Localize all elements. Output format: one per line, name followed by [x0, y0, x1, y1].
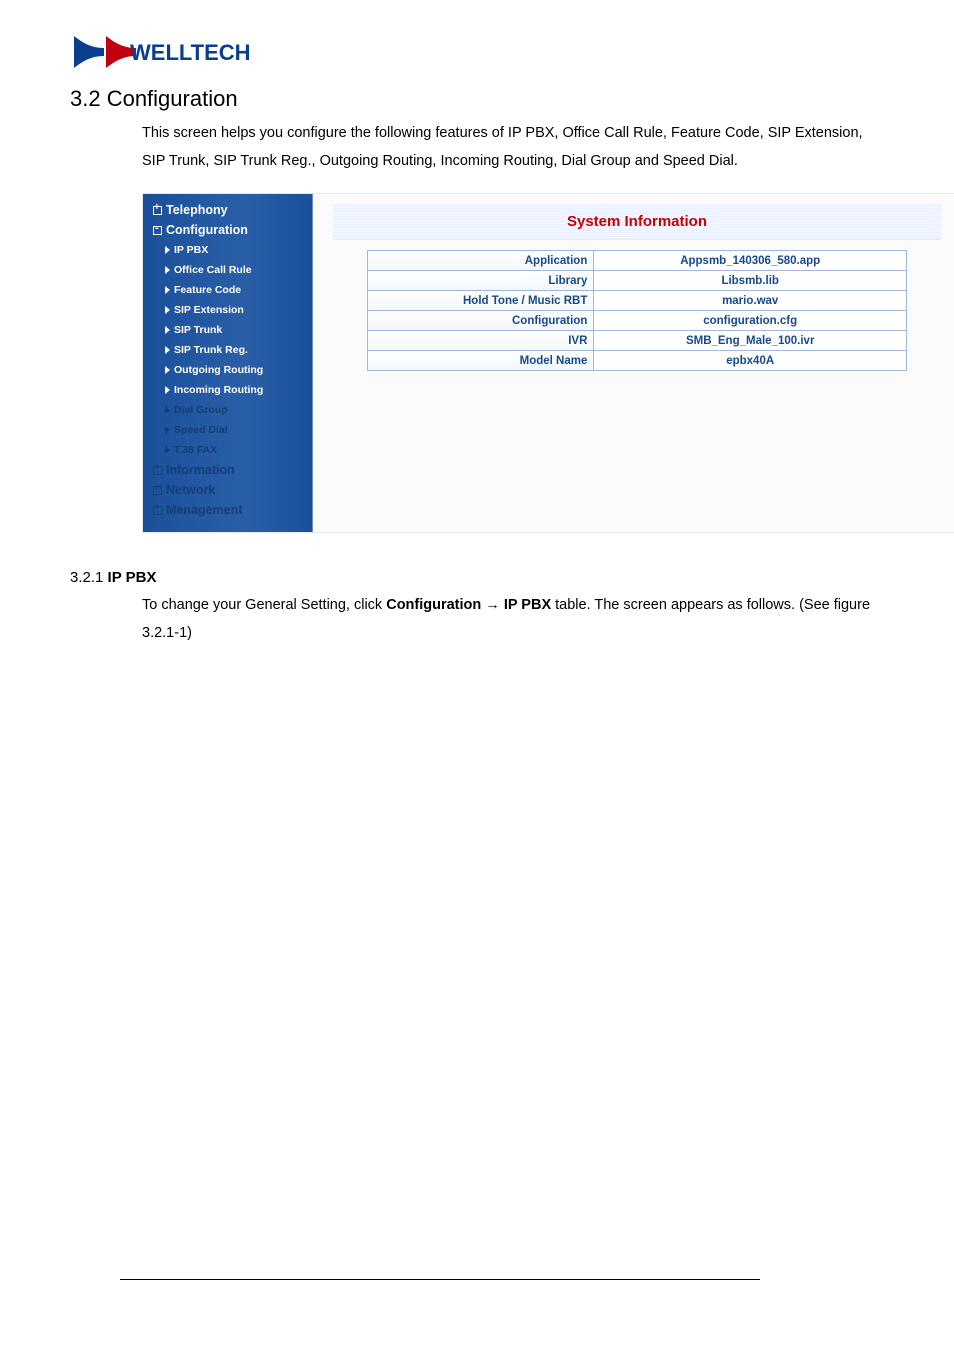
nav-speed-dial[interactable]: Speed Dial: [143, 420, 312, 440]
info-key: Hold Tone / Music RBT: [368, 291, 594, 311]
arrow-icon: [165, 446, 170, 454]
info-value: mario.wav: [594, 291, 907, 311]
nav-label: Outgoing Routing: [174, 364, 263, 376]
nav-management[interactable]: Management: [143, 500, 312, 520]
collapse-icon: [153, 226, 162, 235]
nav-t38-fax[interactable]: T.38 FAX: [143, 440, 312, 460]
nav-label: SIP Extension: [174, 304, 244, 316]
nav-dial-group[interactable]: Dial Group: [143, 400, 312, 420]
expand-icon: [153, 486, 162, 495]
table-row: Model Nameepbx40A: [368, 351, 907, 371]
table-row: Configurationconfiguration.cfg: [368, 311, 907, 331]
nav-configuration[interactable]: Configuration: [143, 220, 312, 240]
nav-label: Configuration: [166, 223, 248, 237]
nav-network[interactable]: Network: [143, 480, 312, 500]
arrow-icon: [165, 266, 170, 274]
info-value: SMB_Eng_Male_100.ivr: [594, 331, 907, 351]
info-key: Library: [368, 271, 594, 291]
embedded-screenshot: Telephony Configuration IP PBX Office Ca…: [142, 193, 954, 533]
nav-label: SIP Trunk Reg.: [174, 344, 248, 356]
subsection-text: To change your General Setting, click Co…: [142, 592, 884, 647]
arrow-glyph: →: [481, 597, 504, 613]
info-key: IVR: [368, 331, 594, 351]
nav-label: Telephony: [166, 203, 228, 217]
nav-label: SIP Trunk: [174, 324, 222, 336]
text-part: To change your General Setting, click: [142, 597, 386, 613]
brand-logo: WELLTECH: [70, 30, 884, 74]
nav-feature-code[interactable]: Feature Code: [143, 280, 312, 300]
text-bold: IP PBX: [504, 597, 551, 613]
nav-label: Information: [166, 463, 235, 477]
nav-sip-trunk[interactable]: SIP Trunk: [143, 320, 312, 340]
info-value: Appsmb_140306_580.app: [594, 251, 907, 271]
table-row: Hold Tone / Music RBTmario.wav: [368, 291, 907, 311]
nav-sip-extension[interactable]: SIP Extension: [143, 300, 312, 320]
nav-ip-pbx[interactable]: IP PBX: [143, 240, 312, 260]
section-intro-text: This screen helps you configure the foll…: [142, 120, 884, 175]
nav-label: IP PBX: [174, 244, 208, 256]
heading-title: IP PBX: [108, 569, 157, 586]
nav-label: Office Call Rule: [174, 264, 252, 276]
heading-number: 3.2.1: [70, 569, 108, 586]
system-info-table: ApplicationAppsmb_140306_580.app Library…: [367, 250, 907, 371]
arrow-icon: [165, 326, 170, 334]
nav-sidebar: Telephony Configuration IP PBX Office Ca…: [143, 194, 313, 532]
info-key: Model Name: [368, 351, 594, 371]
info-value: epbx40A: [594, 351, 907, 371]
section-heading-configuration: 3.2 Configuration: [70, 86, 884, 112]
subsection-heading-ip-pbx: 3.2.1 IP PBX: [70, 569, 884, 586]
nav-incoming-routing[interactable]: Incoming Routing: [143, 380, 312, 400]
table-row: LibraryLibsmb.lib: [368, 271, 907, 291]
nav-label: Dial Group: [174, 404, 228, 416]
nav-outgoing-routing[interactable]: Outgoing Routing: [143, 360, 312, 380]
main-content-panel: System Information ApplicationAppsmb_140…: [313, 194, 954, 532]
nav-office-call-rule[interactable]: Office Call Rule: [143, 260, 312, 280]
table-row: ApplicationAppsmb_140306_580.app: [368, 251, 907, 271]
arrow-icon: [165, 286, 170, 294]
expand-icon: [153, 506, 162, 515]
arrow-icon: [165, 246, 170, 254]
nav-label: Network: [166, 483, 215, 497]
nav-label: Speed Dial: [174, 424, 228, 436]
nav-sip-trunk-reg[interactable]: SIP Trunk Reg.: [143, 340, 312, 360]
arrow-icon: [165, 346, 170, 354]
nav-telephony[interactable]: Telephony: [143, 200, 312, 220]
nav-label: Incoming Routing: [174, 384, 263, 396]
nav-label: Feature Code: [174, 284, 241, 296]
footer-divider: [120, 1279, 760, 1280]
arrow-icon: [165, 366, 170, 374]
expand-icon: [153, 466, 162, 475]
info-value: Libsmb.lib: [594, 271, 907, 291]
table-row: IVRSMB_Eng_Male_100.ivr: [368, 331, 907, 351]
nav-label: Management: [166, 503, 242, 517]
nav-label: T.38 FAX: [174, 444, 217, 456]
panel-title: System Information: [333, 204, 941, 240]
info-key: Configuration: [368, 311, 594, 331]
nav-information[interactable]: Information: [143, 460, 312, 480]
info-key: Application: [368, 251, 594, 271]
arrow-icon: [165, 386, 170, 394]
logo-text: WELLTECH: [130, 40, 251, 65]
arrow-icon: [165, 306, 170, 314]
arrow-icon: [165, 406, 170, 414]
expand-icon: [153, 206, 162, 215]
text-bold: Configuration: [386, 597, 481, 613]
arrow-icon: [165, 426, 170, 434]
info-value: configuration.cfg: [594, 311, 907, 331]
